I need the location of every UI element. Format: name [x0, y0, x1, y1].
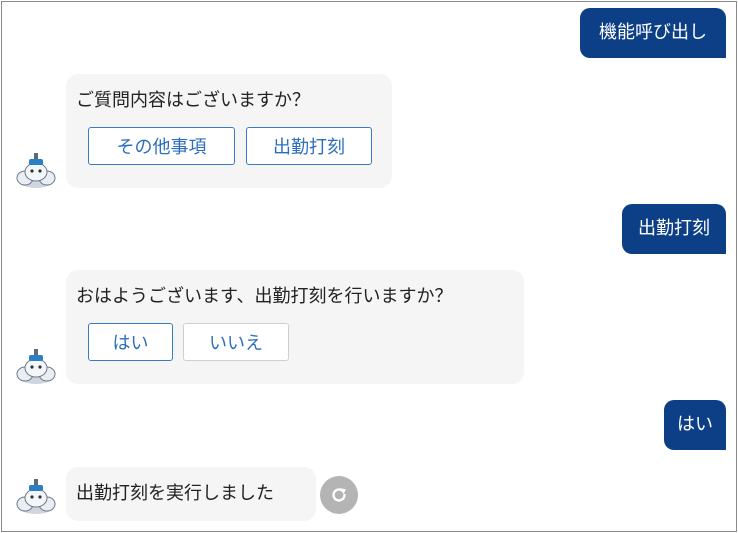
user-message-bubble: 機能呼び出し	[580, 8, 726, 58]
robot-avatar-icon	[14, 346, 58, 386]
user-message-bubble: はい	[664, 400, 726, 450]
robot-avatar-icon	[14, 150, 58, 190]
robot-avatar-icon	[14, 476, 58, 516]
choice-button-no[interactable]: いいえ	[183, 323, 289, 361]
refresh-icon[interactable]	[320, 476, 358, 514]
choice-button-yes[interactable]: はい	[88, 323, 173, 361]
bot-message-text: おはようございます、出勤打刻を行いますか？	[76, 286, 453, 307]
bot-message-text: 出勤打刻を実行しました	[76, 483, 274, 504]
choice-button-clock-in[interactable]: 出勤打刻	[246, 127, 372, 165]
bot-message-bubble: おはようございます、出勤打刻を行いますか？ はい いいえ	[66, 270, 524, 384]
bot-message-text: ご質問内容はございますか？	[76, 90, 310, 111]
user-message-bubble: 出勤打刻	[622, 204, 726, 254]
bot-message-bubble: ご質問内容はございますか？ その他事項 出勤打刻	[66, 74, 392, 188]
bot-message-bubble: 出勤打刻を実行しました	[66, 467, 316, 521]
choice-button-other[interactable]: その他事項	[88, 127, 235, 165]
chat-window: 機能呼び出し ご質問内容はございますか？ その他事項 出勤打刻 出勤打刻 おはよ…	[1, 1, 737, 532]
